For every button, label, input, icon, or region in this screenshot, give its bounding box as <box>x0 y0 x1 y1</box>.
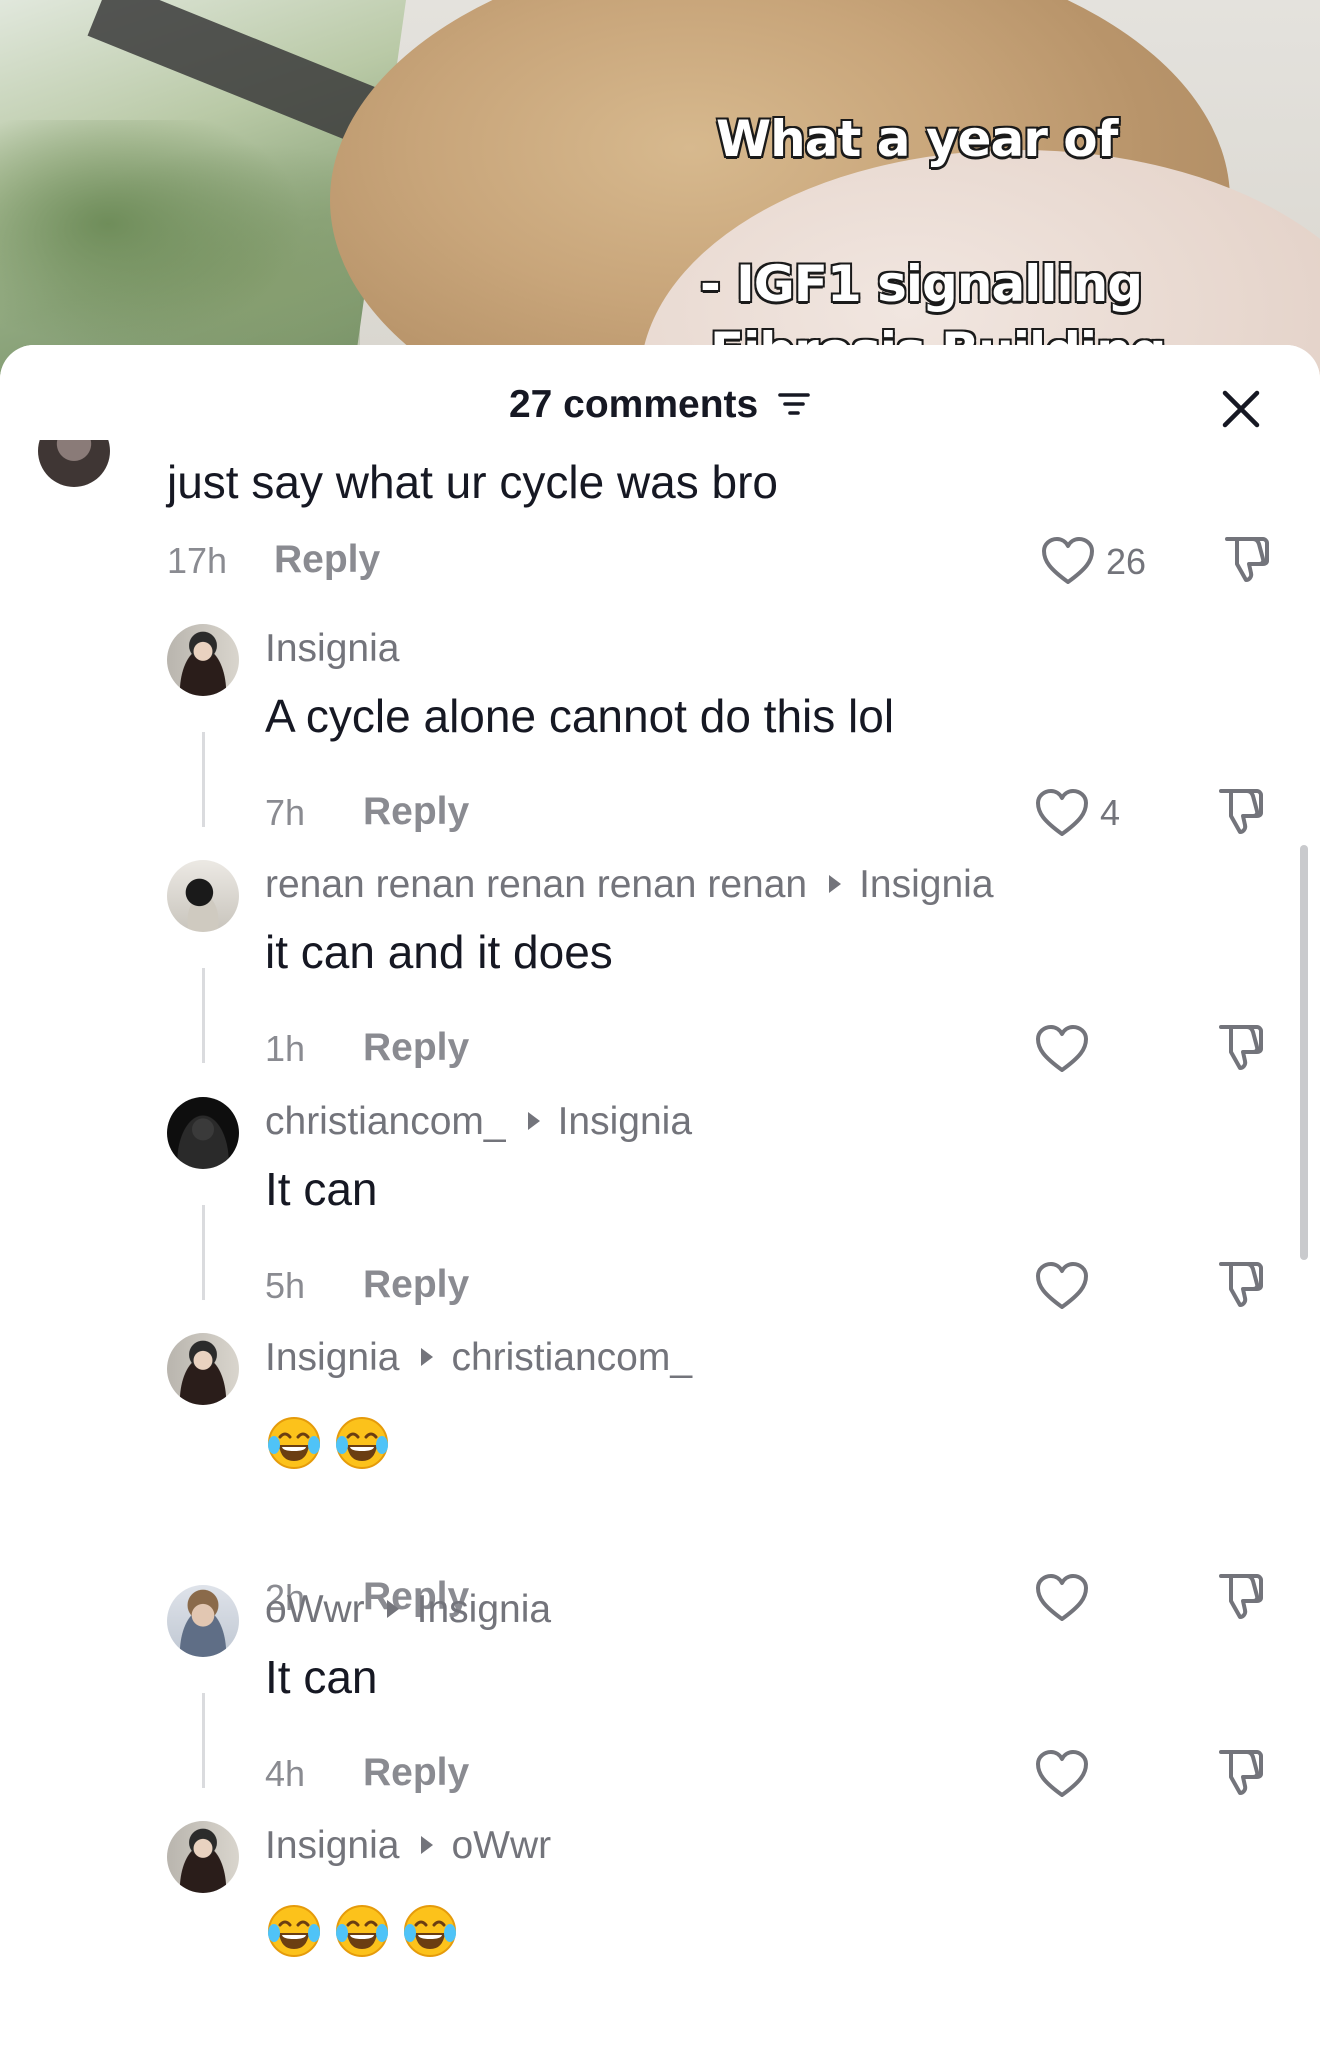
comment-timestamp: 7h <box>265 792 306 833</box>
reply-header: Insignia oWwr <box>265 1824 551 1868</box>
video-caption-line-2: - IGF1 signalling <box>700 255 1143 313</box>
comments-header: 27 comments <box>0 345 1320 440</box>
comment-emoji <box>266 1415 390 1471</box>
reply-button[interactable]: Reply <box>363 1263 469 1307</box>
comment-text: just say what ur cycle was bro <box>167 456 779 508</box>
face-with-tears-of-joy-emoji <box>336 1905 388 1957</box>
avatar[interactable] <box>167 624 239 696</box>
heart-outline-icon <box>1036 1750 1088 1797</box>
like-button[interactable] <box>1034 1260 1090 1317</box>
comment-text: it can and it does <box>265 926 613 978</box>
reply-username[interactable]: Insignia <box>265 627 399 670</box>
close-button[interactable] <box>1215 383 1267 435</box>
comment-timestamp: 5h <box>265 1265 306 1306</box>
heart-outline-icon <box>1036 1025 1088 1072</box>
trees-outside <box>0 120 360 380</box>
triangle-right-icon <box>829 874 842 893</box>
scrollbar[interactable] <box>1300 845 1308 1260</box>
thread-line <box>202 1693 205 1788</box>
comments-list[interactable]: just say what ur cycle was bro 17h Reply… <box>0 345 1320 2051</box>
reply-username[interactable]: christiancom_ <box>265 1100 506 1143</box>
thumbs-down-outline-icon <box>1225 537 1269 582</box>
thread-line <box>202 968 205 1063</box>
reply-to-username[interactable]: Insignia <box>558 1100 692 1143</box>
reply-header: renan renan renan renan renan Insignia <box>265 863 994 907</box>
filter-lines-icon[interactable] <box>777 389 811 419</box>
reply-header: Insignia <box>265 627 399 671</box>
comment-timestamp: 17h <box>167 540 228 581</box>
face-with-tears-of-joy-emoji <box>268 1417 320 1469</box>
reply-to-username[interactable]: Insignia <box>859 863 993 906</box>
like-count: 26 <box>1106 541 1147 582</box>
reply-to-username[interactable]: oWwr <box>451 1824 551 1867</box>
like-button[interactable] <box>1034 1023 1090 1080</box>
thumbs-down-outline-icon <box>1219 1574 1263 1619</box>
heart-outline-icon <box>1036 1574 1088 1621</box>
face-with-tears-of-joy-emoji <box>268 1905 320 1957</box>
heart-outline-icon <box>1042 537 1094 584</box>
video-caption-line-1: What a year of <box>716 110 1118 168</box>
dislike-button[interactable] <box>1213 1256 1267 1315</box>
comments-sheet: just say what ur cycle was bro 17h Reply… <box>0 345 1320 2051</box>
thread-line <box>202 732 205 827</box>
like-button[interactable] <box>1034 787 1090 844</box>
comment-timestamp: 1h <box>265 1028 306 1069</box>
reply-button[interactable]: Reply <box>363 1751 469 1795</box>
triangle-right-icon <box>421 1347 434 1366</box>
reply-header: christiancom_ Insignia <box>265 1100 692 1144</box>
reply-button[interactable]: Reply <box>274 538 380 582</box>
thumbs-down-outline-icon <box>1219 789 1263 834</box>
triangle-right-icon <box>527 1111 540 1130</box>
comment-text: It can <box>265 1651 378 1703</box>
triangle-right-icon <box>421 1835 434 1854</box>
face-with-tears-of-joy-emoji <box>404 1905 456 1957</box>
dislike-button[interactable] <box>1213 1019 1267 1078</box>
thread-line <box>202 1205 205 1300</box>
avatar[interactable] <box>167 860 239 932</box>
like-button[interactable] <box>1040 535 1096 592</box>
reply-username[interactable]: Insignia <box>265 1824 399 1867</box>
dislike-button[interactable] <box>1219 531 1273 590</box>
comment-text: A cycle alone cannot do this lol <box>265 690 895 742</box>
reply-button[interactable]: Reply <box>363 790 469 834</box>
reply-username[interactable]: oWwr <box>265 1588 365 1631</box>
reply-to-username[interactable]: Insignia <box>417 1588 551 1631</box>
like-count: 4 <box>1100 792 1121 833</box>
close-x-icon <box>1222 390 1260 428</box>
like-button[interactable] <box>1034 1748 1090 1805</box>
avatar[interactable] <box>167 1333 239 1405</box>
comments-count-title[interactable]: 27 comments <box>0 383 1320 427</box>
heart-outline-icon <box>1036 1262 1088 1309</box>
comment-text: It can <box>265 1163 378 1215</box>
thumbs-down-outline-icon <box>1219 1262 1263 1307</box>
reply-to-username[interactable]: christiancom_ <box>451 1336 692 1379</box>
dislike-button[interactable] <box>1213 1568 1267 1627</box>
avatar[interactable] <box>167 1821 239 1893</box>
comments-count-label: 27 comments <box>508 383 759 426</box>
like-button[interactable] <box>1034 1572 1090 1629</box>
reply-button[interactable]: Reply <box>363 1026 469 1070</box>
thumbs-down-outline-icon <box>1219 1025 1263 1070</box>
thumbs-down-outline-icon <box>1219 1750 1263 1795</box>
reply-username[interactable]: Insignia <box>265 1336 399 1379</box>
dislike-button[interactable] <box>1213 783 1267 842</box>
heart-outline-icon <box>1036 789 1088 836</box>
dislike-button[interactable] <box>1213 1744 1267 1803</box>
triangle-right-icon <box>386 1599 399 1618</box>
reply-header: Insignia christiancom_ <box>265 1336 692 1380</box>
face-with-tears-of-joy-emoji <box>336 1417 388 1469</box>
comment-emoji <box>266 1903 458 1959</box>
avatar[interactable] <box>167 1097 239 1169</box>
reply-username[interactable]: renan renan renan renan renan <box>265 863 807 906</box>
reply-header: oWwr Insignia <box>265 1588 551 1632</box>
comment-timestamp: 4h <box>265 1753 306 1794</box>
video-background: What a year of - IGF1 signalling Fibrosi… <box>0 0 1320 380</box>
avatar[interactable] <box>167 1585 239 1657</box>
